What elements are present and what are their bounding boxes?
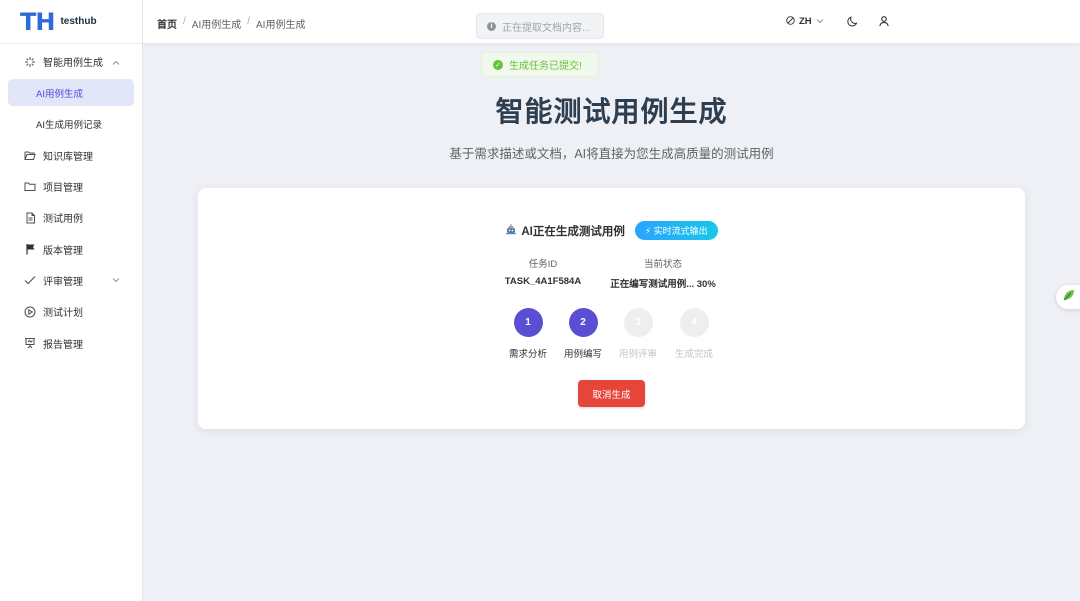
sidebar-item-label: 项目管理: [43, 183, 83, 195]
sidebar-item-knowledge-base[interactable]: 知识库管理: [0, 140, 142, 171]
globe-icon: [786, 16, 795, 27]
logo-text: testhub: [60, 16, 97, 27]
flag-icon: [24, 243, 36, 255]
step-label: 需求分析: [508, 349, 547, 360]
user-icon[interactable]: [877, 14, 891, 28]
info-icon: i: [487, 21, 496, 31]
extract-status-text: 正在提取文档内容...: [502, 22, 591, 34]
page-title: 智能测试用例生成: [495, 96, 728, 127]
generation-progress-card: AI正在生成测试用例 ⚡ 实时流式输出 任务ID TASK_4A1F584A 当…: [198, 188, 1025, 429]
folder-open-icon: [24, 149, 36, 161]
card-header: AI正在生成测试用例 ⚡ 实时流式输出: [198, 221, 1025, 240]
stream-output-badge: ⚡ 实时流式输出: [634, 221, 718, 240]
sidebar-item-smart-generation[interactable]: 智能用例生成: [0, 46, 142, 77]
task-id-block: 任务ID TASK_4A1F584A: [490, 256, 596, 287]
sidebar-item-label: 版本管理: [43, 245, 83, 257]
sidebar-item-label: AI生成用例记录: [36, 119, 102, 131]
moon-icon[interactable]: [846, 14, 860, 28]
card-title: AI正在生成测试用例: [505, 223, 625, 239]
sparkle-icon: [24, 56, 36, 68]
check-circle-icon: ✓: [493, 59, 503, 70]
play-circle-icon: [24, 306, 36, 318]
task-id-value: TASK_4A1F584A: [504, 276, 582, 287]
step-label: 生成完成: [674, 349, 713, 360]
leaf-icon: [1062, 288, 1076, 307]
status-block: 当前状态 正在编写测试用例... 30%: [598, 256, 728, 290]
breadcrumb: 首页 / AI用例生成 / AI用例生成: [157, 16, 305, 31]
step-item: 4 生成完成: [666, 308, 722, 360]
breadcrumb-home[interactable]: 首页: [157, 16, 177, 31]
success-toast: ✓ 生成任务已提交!: [481, 52, 599, 77]
sidebar-item-label: 知识库管理: [43, 151, 93, 163]
sidebar-item-label: 报告管理: [43, 339, 83, 351]
toast-text: 生成任务已提交!: [509, 61, 582, 72]
step-label: 用例评审: [618, 349, 657, 360]
step-item: 2 用例编写: [555, 308, 611, 360]
sidebar-item-label: 测试用例: [43, 214, 83, 226]
step-label: 用例编写: [563, 349, 602, 360]
step-number: 2: [568, 308, 598, 337]
sidebar-item-test-plans[interactable]: 测试计划: [0, 296, 142, 327]
sidebar-item-label: 智能用例生成: [43, 58, 103, 70]
sidebar-item-test-cases[interactable]: 测试用例: [0, 202, 142, 233]
chevron-down-icon: [112, 275, 120, 285]
step-number: 4: [679, 308, 709, 337]
sidebar-item-label: 测试计划: [43, 308, 83, 320]
top-header: 首页 / AI用例生成 / AI用例生成 i 正在提取文档内容... ZH: [143, 0, 1080, 44]
breadcrumb-separator: /: [247, 16, 251, 27]
cancel-generation-button[interactable]: 取消生成: [578, 380, 645, 407]
task-id-label: 任务ID: [528, 259, 558, 270]
breadcrumb-separator: /: [183, 16, 186, 27]
floating-assistant-button[interactable]: [1056, 285, 1080, 309]
extract-status-message: i 正在提取文档内容...: [476, 13, 604, 39]
sidebar-item-ai-generation[interactable]: AI用例生成: [8, 79, 134, 107]
chevron-down-icon: [816, 17, 824, 26]
sidebar-item-ai-records[interactable]: AI生成用例记录: [0, 108, 142, 139]
sidebar-item-label: AI用例生成: [36, 88, 83, 100]
status-label: 当前状态: [643, 259, 682, 270]
chevron-up-icon: [112, 57, 120, 67]
sidebar-item-reviews[interactable]: 评审管理: [0, 265, 142, 296]
logo-mark: TH: [20, 7, 55, 36]
breadcrumb-item: AI用例生成: [256, 20, 306, 31]
sidebar-item-reports[interactable]: 报告管理: [0, 327, 142, 358]
sidebar-item-versions[interactable]: 版本管理: [0, 233, 142, 264]
sidebar-menu: 智能用例生成 AI用例生成 AI生成用例记录 知识库管理 项目管理 测试用例 版…: [0, 44, 142, 359]
card-title-text: AI正在生成测试用例: [521, 225, 625, 238]
step-item: 1 需求分析: [500, 308, 556, 360]
sidebar-item-projects[interactable]: 项目管理: [0, 171, 142, 202]
language-selector[interactable]: ZH: [786, 16, 824, 27]
presentation-icon: [24, 337, 36, 349]
sidebar-item-label: 评审管理: [43, 276, 83, 288]
breadcrumb-item[interactable]: AI用例生成: [192, 16, 241, 31]
step-number: 3: [623, 308, 653, 337]
language-label: ZH: [799, 16, 812, 27]
robot-icon: [505, 223, 517, 238]
document-icon: [24, 212, 36, 224]
step-item: 3 用例评审: [610, 308, 666, 360]
folder-icon: [24, 181, 36, 193]
sidebar: TH testhub 智能用例生成 AI用例生成 AI生成用例记录 知识库管理: [0, 0, 143, 601]
step-number: 1: [513, 308, 543, 337]
check-icon: [24, 274, 36, 286]
status-value: 正在编写测试用例... 30%: [610, 279, 716, 290]
app-logo[interactable]: TH testhub: [0, 0, 142, 44]
page-subtitle: 基于需求描述或文档，AI将直接为您生成高质量的测试用例: [449, 147, 774, 161]
